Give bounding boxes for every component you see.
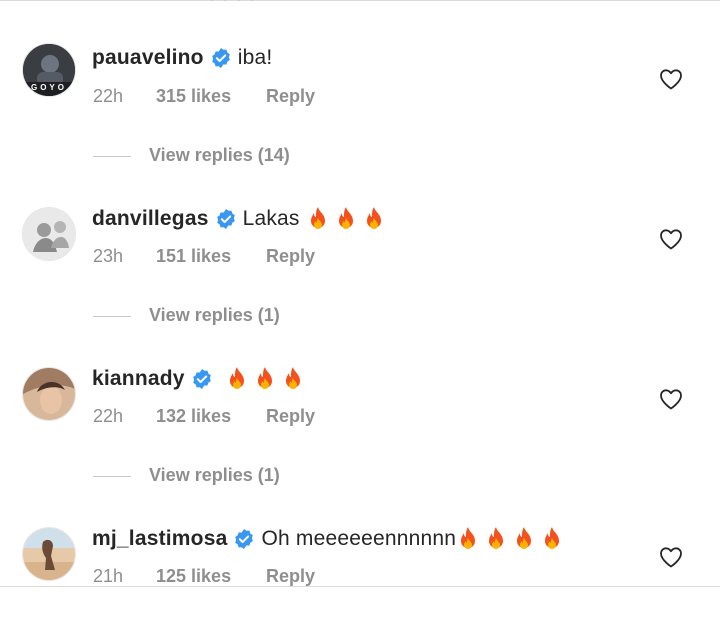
fire-emojis <box>225 366 305 392</box>
heart-outline-icon[interactable] <box>659 388 683 410</box>
heart-outline-icon[interactable] <box>659 228 683 250</box>
comment-text: iba! <box>237 46 273 69</box>
avatar[interactable]: GOYO <box>22 43 76 97</box>
avatar[interactable] <box>22 207 76 261</box>
reply-button[interactable]: Reply <box>266 566 315 587</box>
reply-button[interactable]: Reply <box>266 406 315 427</box>
fire-emojis <box>306 206 386 232</box>
username[interactable]: pauavelino <box>92 46 204 70</box>
likes-count[interactable]: 151 likes <box>156 246 261 267</box>
replies-dash <box>93 315 131 317</box>
timestamp: 23h <box>93 246 124 266</box>
fire-emoji-icon <box>366 207 381 229</box>
top-divider: •••• <box>0 0 720 6</box>
view-replies-label: View replies (1) <box>149 305 280 325</box>
fire-emoji-icon <box>310 207 325 229</box>
comment-meta: 22h 132 likes Reply <box>93 406 315 427</box>
fire-emojis <box>456 526 564 552</box>
comment-kiannady: kiannady 22h 132 likes Reply <box>0 366 720 466</box>
verified-badge-icon <box>216 209 235 229</box>
avatar[interactable] <box>22 367 76 421</box>
fire-emoji-icon <box>545 527 560 549</box>
timestamp: 22h <box>93 406 124 426</box>
likes-count[interactable]: 125 likes <box>156 566 261 587</box>
view-replies-label: View replies (1) <box>149 465 280 485</box>
likes-count[interactable]: 132 likes <box>156 406 261 427</box>
username[interactable]: kiannady <box>92 367 185 391</box>
fire-emoji-icon <box>338 207 353 229</box>
comment-line: danvillegas Lakas <box>92 206 386 232</box>
fire-emoji-icon <box>229 367 244 389</box>
username[interactable]: mj_lastimosa <box>92 527 227 551</box>
comment-line: pauavelino iba! <box>92 46 272 70</box>
comment-meta: 22h 315 likes Reply <box>93 86 315 107</box>
view-replies-button[interactable]: View replies (1) <box>93 305 280 326</box>
comment-pauavelino: GOYO pauavelino iba! 22h 315 likes Reply <box>0 43 720 146</box>
verified-badge-icon <box>235 529 254 549</box>
bottom-divider <box>0 586 720 587</box>
timestamp: 21h <box>93 566 124 586</box>
view-replies-button[interactable]: View replies (1) <box>93 465 280 486</box>
reply-button[interactable]: Reply <box>266 86 315 107</box>
timestamp: 22h <box>93 86 124 106</box>
reply-button[interactable]: Reply <box>266 246 315 267</box>
likes-count[interactable]: 315 likes <box>156 86 261 107</box>
avatar-caption: GOYO <box>30 83 67 92</box>
comment-line: mj_lastimosa Oh meeeeeennnnnn <box>92 526 564 552</box>
heart-outline-icon[interactable] <box>659 68 683 90</box>
fire-emoji-icon <box>461 527 476 549</box>
verified-badge-icon <box>211 48 230 68</box>
avatar[interactable] <box>22 527 76 581</box>
comment-meta: 23h 151 likes Reply <box>93 246 315 267</box>
fire-emoji-icon <box>257 367 272 389</box>
view-replies-label: View replies (14) <box>149 145 290 165</box>
comment-danvillegas: danvillegas Lakas 23h 151 likes Reply <box>0 206 720 306</box>
comment-line: kiannady <box>92 366 305 392</box>
comment-mj-lastimosa: mj_lastimosa Oh meeeeeennnnnn 21h 125 li… <box>0 526 720 626</box>
replies-dash <box>93 155 131 157</box>
fire-emoji-icon <box>489 527 504 549</box>
username[interactable]: danvillegas <box>92 207 209 231</box>
comment-text: Oh meeeeeennnnnn <box>261 527 457 550</box>
comment-meta: 21h 125 likes Reply <box>93 566 315 587</box>
comment-text: Lakas <box>242 207 300 230</box>
heart-outline-icon[interactable] <box>659 546 683 568</box>
verified-badge-icon <box>192 369 211 389</box>
fire-emoji-icon <box>517 527 532 549</box>
replies-dash <box>93 475 131 477</box>
fire-emoji-icon <box>285 367 300 389</box>
view-replies-button[interactable]: View replies (14) <box>93 145 290 166</box>
